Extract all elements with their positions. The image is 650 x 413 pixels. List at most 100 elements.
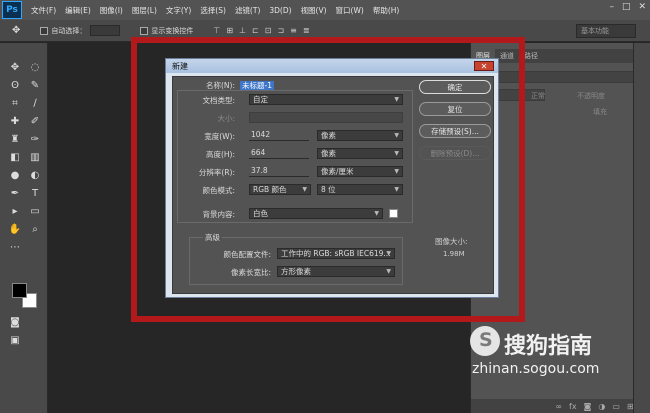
close-window-button[interactable]: ✕ xyxy=(638,2,646,12)
reset-button[interactable]: 复位 xyxy=(419,102,491,116)
menu-type[interactable]: 文字(Y) xyxy=(166,5,191,16)
foreground-color-swatch[interactable] xyxy=(12,283,27,298)
dialog-close-button[interactable]: ✕ xyxy=(474,61,494,71)
eyedropper-icon[interactable]: ∕ xyxy=(28,96,42,110)
options-bar: ✥ 自动选择： 显示变换控件 ⊤ ⊞ ⊥ ⊏ ⊡ ⊐ ≡ ≣ 基本功能 xyxy=(0,20,650,42)
height-input[interactable]: 664 xyxy=(249,148,309,159)
lasso-icon[interactable]: ʘ xyxy=(8,78,22,92)
align-left-icon[interactable]: ⊏ xyxy=(252,26,259,35)
image-size-value: 1.98M xyxy=(443,250,465,258)
align-right-icon[interactable]: ⊐ xyxy=(277,26,284,35)
chevron-down-icon: ▼ xyxy=(386,250,391,257)
watermark-brand: 搜狗指南 xyxy=(504,334,593,359)
advanced-label: 高级 xyxy=(203,232,222,243)
path-select-icon[interactable]: ▸ xyxy=(8,204,22,218)
height-unit-value: 像素 xyxy=(321,149,336,158)
panel-footer: ∞ fx ◙ ◑ ▭ ⊞ ▯ xyxy=(471,399,650,413)
adjustment-icon[interactable]: ◑ xyxy=(598,402,605,411)
screen-mode-icon[interactable]: ▣ xyxy=(8,333,22,347)
chevron-down-icon: ▼ xyxy=(386,268,391,275)
menu-3d[interactable]: 3D(D) xyxy=(269,6,291,15)
align-center-icon[interactable]: ⊡ xyxy=(265,26,272,35)
move-icon[interactable]: ✥ xyxy=(8,60,22,74)
resolution-unit-select[interactable]: 像素/厘米 ▼ xyxy=(317,166,403,177)
quick-select-icon[interactable]: ✎ xyxy=(28,78,42,92)
delete-preset-button[interactable]: 删除预设(D)... xyxy=(419,146,491,160)
more-tools-icon[interactable]: ⋯ xyxy=(8,240,22,254)
auto-select-checkbox[interactable] xyxy=(40,26,49,35)
crop-icon[interactable]: ⌗ xyxy=(8,96,22,110)
sogou-logo-icon xyxy=(470,326,500,356)
pixel-aspect-select[interactable]: 方形像素 ▼ xyxy=(277,266,395,277)
bit-depth-select[interactable]: 8 位 ▼ xyxy=(317,184,403,195)
hand-icon[interactable]: ✋ xyxy=(8,222,22,236)
marquee-icon[interactable]: ◌ xyxy=(28,60,42,74)
background-select[interactable]: 白色 ▼ xyxy=(249,208,383,219)
show-transform-label: 显示变换控件 xyxy=(151,26,194,35)
width-unit-select[interactable]: 像素 ▼ xyxy=(317,130,403,141)
chevron-down-icon: ▼ xyxy=(374,210,379,217)
move-tool-icon[interactable]: ✥ xyxy=(12,25,20,36)
pen-icon[interactable]: ✒ xyxy=(8,186,22,200)
align-top-icon[interactable]: ⊤ xyxy=(213,26,220,35)
color-mode-value: RGB 颜色 xyxy=(253,185,287,194)
menu-bar: Ps 文件(F) 编辑(E) 图像(I) 图层(L) 文字(Y) 选择(S) 滤… xyxy=(0,0,650,20)
type-icon[interactable]: T xyxy=(28,186,42,200)
menu-view[interactable]: 视图(V) xyxy=(301,5,327,16)
background-label: 背景内容: xyxy=(202,210,235,219)
dialog-titlebar: 新建 ✕ xyxy=(166,59,498,73)
resolution-input[interactable]: 37.8 xyxy=(249,166,309,177)
chevron-down-icon: ▼ xyxy=(394,150,399,157)
save-preset-button[interactable]: 存储预设(S)... xyxy=(419,124,491,138)
blend-mode-label: 正常 xyxy=(531,92,545,100)
distribute-h-icon[interactable]: ≣ xyxy=(303,26,310,35)
dodge-icon[interactable]: ◐ xyxy=(28,168,42,182)
menu-image[interactable]: 图像(I) xyxy=(100,5,123,16)
gradient-icon[interactable]: ▥ xyxy=(28,150,42,164)
blur-icon[interactable]: ● xyxy=(8,168,22,182)
menu-help[interactable]: 帮助(H) xyxy=(373,5,400,16)
fx-icon[interactable]: fx xyxy=(569,402,577,411)
height-unit-select[interactable]: 像素 ▼ xyxy=(317,148,403,159)
stamp-icon[interactable]: ♜ xyxy=(8,132,22,146)
ok-button[interactable]: 确定 xyxy=(419,80,491,94)
photoshop-logo: Ps xyxy=(2,1,22,19)
menu-file[interactable]: 文件(F) xyxy=(31,5,56,16)
background-color-preview[interactable] xyxy=(389,209,398,218)
mask-icon[interactable]: ◙ xyxy=(584,402,592,411)
quick-mask-icon[interactable]: ◙ xyxy=(8,315,22,329)
shape-icon[interactable]: ▭ xyxy=(28,204,42,218)
history-brush-icon[interactable]: ✑ xyxy=(28,132,42,146)
align-middle-icon[interactable]: ⊞ xyxy=(226,26,233,35)
doc-type-select[interactable]: 自定 ▼ xyxy=(249,94,403,105)
dialog-body: 名称(N): 未标题-1 文档类型: 自定 ▼ 大小: 宽度(W): 1042 … xyxy=(172,76,494,294)
size-select[interactable] xyxy=(249,112,403,123)
menu-window[interactable]: 窗口(W) xyxy=(336,5,364,16)
menu-layer[interactable]: 图层(L) xyxy=(132,5,157,16)
color-mode-select[interactable]: RGB 颜色 ▼ xyxy=(249,184,311,195)
minimize-button[interactable]: – xyxy=(609,2,614,12)
healing-icon[interactable]: ✚ xyxy=(8,114,22,128)
menu-select[interactable]: 选择(S) xyxy=(200,5,226,16)
tab-paths[interactable]: 路径 xyxy=(519,49,543,63)
auto-select-dropdown[interactable] xyxy=(90,25,121,36)
menu-edit[interactable]: 编辑(E) xyxy=(65,5,91,16)
workspace-select[interactable]: 基本功能 xyxy=(576,24,636,38)
menu-filter[interactable]: 滤镜(T) xyxy=(235,5,260,16)
advanced-group xyxy=(189,237,403,285)
show-transform-checkbox[interactable] xyxy=(140,26,149,35)
distribute-icon[interactable]: ≡ xyxy=(290,26,297,35)
folder-icon[interactable]: ▭ xyxy=(612,402,620,411)
brush-icon[interactable]: ✐ xyxy=(28,114,42,128)
width-unit-value: 像素 xyxy=(321,131,336,140)
width-input[interactable]: 1042 xyxy=(249,130,309,141)
align-bottom-icon[interactable]: ⊥ xyxy=(239,26,246,35)
layer-filter-row[interactable] xyxy=(475,71,635,83)
eraser-icon[interactable]: ◧ xyxy=(8,150,22,164)
link-icon[interactable]: ∞ xyxy=(555,402,562,411)
maximize-button[interactable]: □ xyxy=(622,2,631,12)
color-profile-select[interactable]: 工作中的 RGB: sRGB IEC619... ▼ xyxy=(277,248,395,259)
zoom-icon[interactable]: ⌕ xyxy=(28,222,42,236)
window-controls: – □ ✕ xyxy=(609,2,646,12)
chevron-down-icon: ▼ xyxy=(394,168,399,175)
